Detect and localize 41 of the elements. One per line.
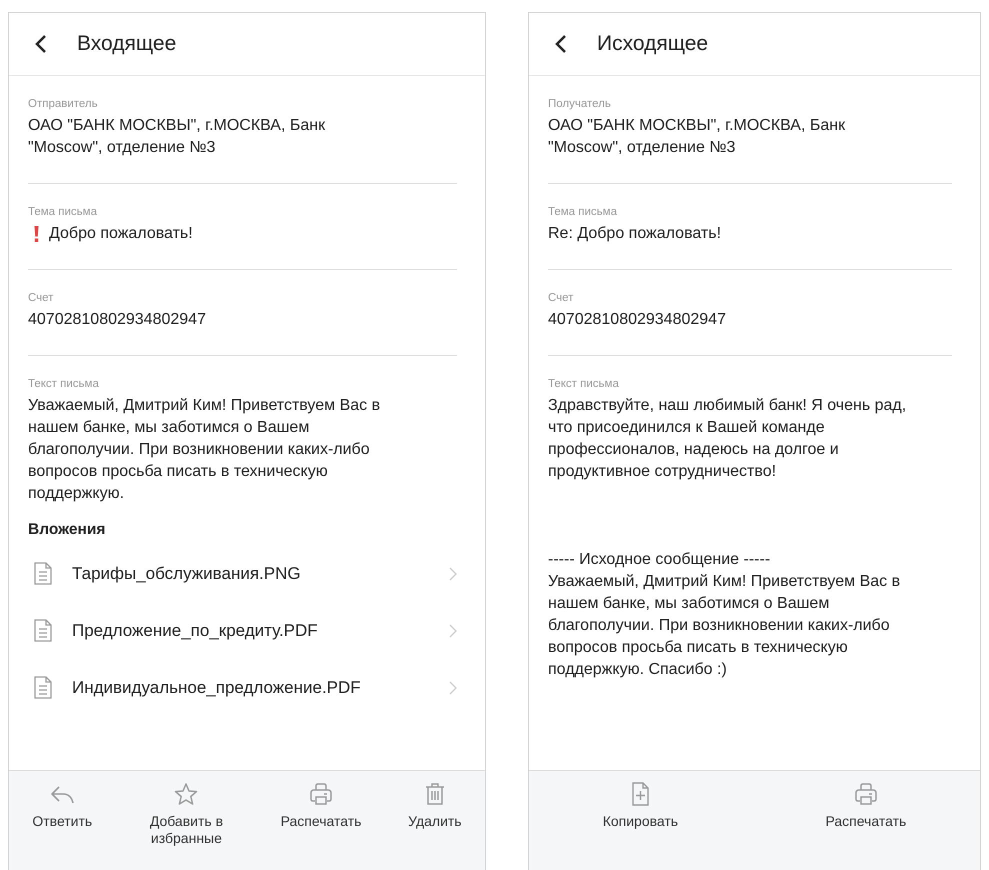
toolbar-button[interactable]: Добавить в избранные <box>134 781 238 847</box>
field-value: ОАО "БАНК МОСКВЫ", г.МОСКВА, Банк "Moscow", отделение №3 <box>28 116 326 158</box>
document-icon <box>34 562 52 585</box>
printer-icon <box>852 781 879 807</box>
attachment-link[interactable]: Тарифы_обслуживания.PNG <box>72 564 429 584</box>
field-label: Тема письма <box>548 206 618 218</box>
attachment-link[interactable]: Индивидуальное_предложение.PDF <box>72 678 429 698</box>
field-value: 40702810802934802947 <box>548 310 727 330</box>
toolbar-button[interactable]: Распечатать <box>276 781 366 830</box>
field-value: ОАО "БАНК МОСКВЫ", г.МОСКВА, Банк "Moscow", отделение №3 <box>548 116 846 158</box>
message-text: Здравствуйте, наш любимый банк! Я очень рад, что присоединился к Вашей команде профессионалов, надеюсь на долгое и продуктивное сотрудничество! <box>548 396 908 482</box>
field-label: Текст письма <box>548 378 620 390</box>
field-label: Отправитель <box>28 98 99 110</box>
back-icon[interactable] <box>35 34 47 54</box>
toolbar-button[interactable]: Удалить <box>404 781 466 830</box>
chevron-right-icon[interactable] <box>449 680 457 694</box>
quote-header: ----- Исходное сообщение ----- <box>548 550 772 570</box>
document-icon <box>34 676 52 699</box>
star-icon <box>173 781 200 807</box>
document-icon <box>34 619 52 642</box>
toolbar-button[interactable]: Ответить <box>28 781 96 830</box>
field-label: Получатель <box>548 98 612 110</box>
field-label: Счет <box>28 292 54 304</box>
attachment-link[interactable]: Предложение_по_кредиту.PDF <box>72 620 429 640</box>
chevron-right-icon[interactable] <box>449 566 457 580</box>
chevron-right-icon[interactable] <box>449 624 457 638</box>
quoted-message-text: Уважаемый, Дмитрий Ким! Приветствуем Вас в нашем банке, мы заботимся о Вашем благополучии. При возникновении каких-либо вопросов просьба писать в техническую поддержкую. Спасибо :) <box>548 572 902 680</box>
field-label: Текст письма <box>28 378 100 390</box>
toolbar-button[interactable]: Копировать <box>598 781 682 830</box>
screen-title: Входящее <box>77 32 176 56</box>
toolbar-button[interactable]: Распечатать <box>822 781 910 830</box>
field-label: Тема письма <box>28 206 98 218</box>
screen-title: Исходящее <box>597 32 708 56</box>
field-value: 40702810802934802947 <box>28 310 207 330</box>
field-value: Re: Добро пожаловать! <box>548 224 722 244</box>
field-value: Добро пожаловать! <box>49 224 193 244</box>
attachments-heading: Вложения <box>28 521 106 539</box>
back-icon[interactable] <box>555 34 567 54</box>
printer-icon <box>308 781 334 807</box>
field-label: Счет <box>548 292 574 304</box>
message-text: Уважаемый, Дмитрий Ким! Приветствуем Вас в нашем банке, мы заботимся о Вашем благополучии. При возникновении каких-либо вопросов просьба писать в техническую поддержкую. <box>28 396 382 504</box>
